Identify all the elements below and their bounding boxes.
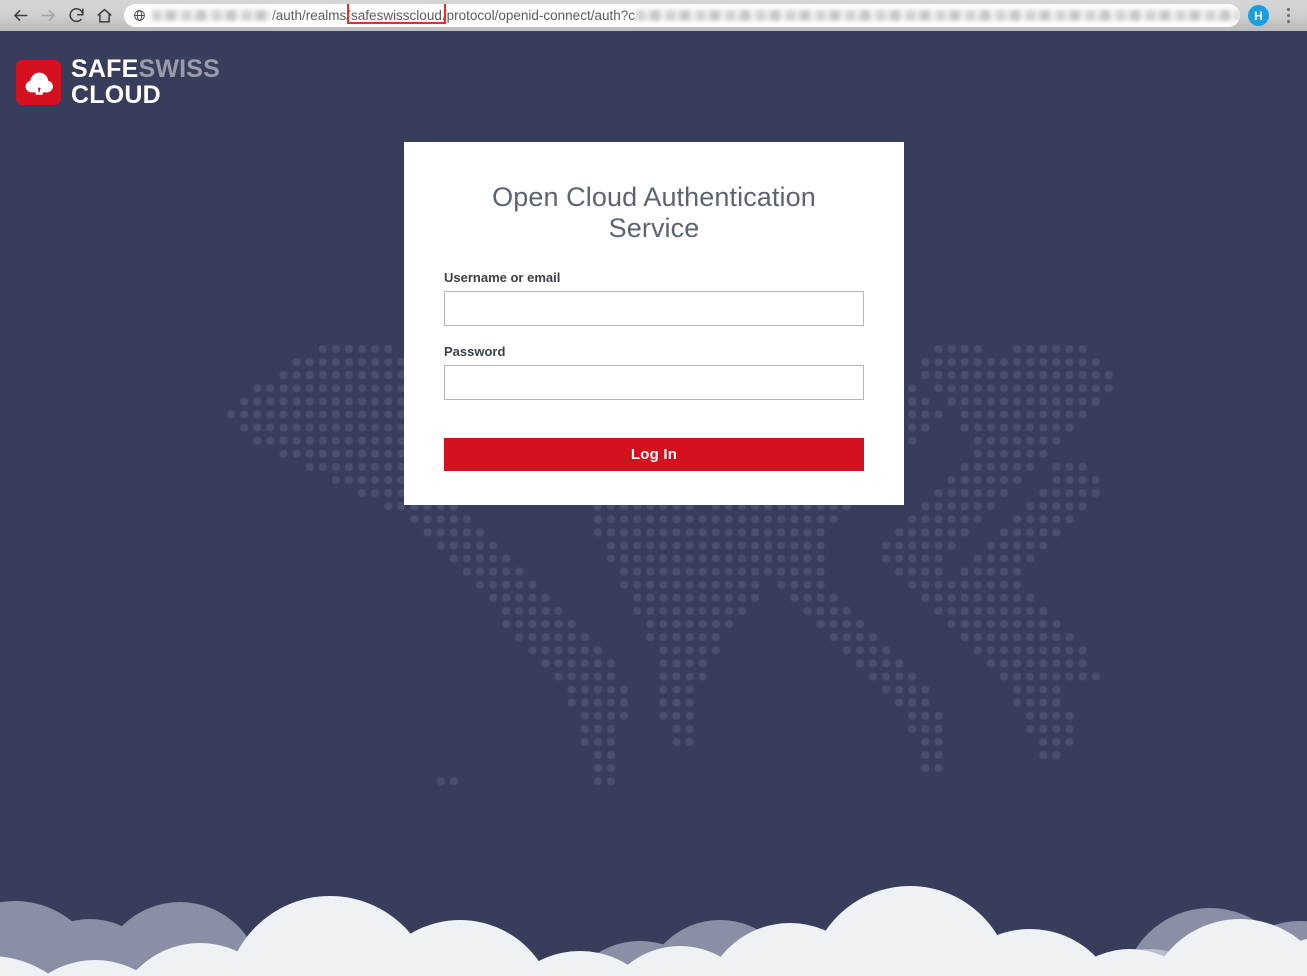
cloud-lock-icon [16, 60, 61, 105]
logo-wordmark: SAFESWISS CLOUD [71, 55, 221, 109]
browser-menu-icon[interactable] [1279, 4, 1297, 28]
redacted-host [152, 10, 272, 21]
reload-icon[interactable] [62, 2, 90, 30]
login-page: SAFESWISS CLOUD Open Cloud Authenticatio… [0, 31, 1307, 976]
browser-toolbar: /auth/realms/ safeswisscloud /protocol/o… [0, 0, 1307, 31]
password-field-group: Password [444, 344, 864, 400]
safeswiss-cloud-logo: SAFESWISS CLOUD [16, 55, 221, 109]
password-label: Password [444, 344, 506, 359]
back-icon[interactable] [6, 2, 34, 30]
forward-icon [34, 2, 62, 30]
page-title: Open Cloud Authentication Service [492, 182, 816, 243]
cloud-decoration [0, 886, 1307, 976]
username-field-group: Username or email [444, 270, 864, 326]
login-card: Open Cloud Authentication Service Userna… [404, 142, 904, 505]
username-label: Username or email [444, 270, 561, 285]
url-path-before: /auth/realms/ [272, 8, 351, 23]
password-input[interactable] [444, 365, 864, 400]
address-bar[interactable]: /auth/realms/ safeswisscloud /protocol/o… [124, 4, 1240, 27]
login-button[interactable]: Log In [444, 438, 864, 471]
home-icon[interactable] [90, 2, 118, 30]
username-input[interactable] [444, 291, 864, 326]
logo-word-safe: SAFE [71, 55, 139, 83]
logo-word-cloud: CLOUD [71, 80, 161, 109]
url-realm-highlight: safeswisscloud [347, 4, 446, 24]
globe-icon [128, 4, 150, 27]
url-path-after: /protocol/openid-connect/auth?c [442, 8, 635, 23]
redacted-query [635, 10, 1240, 21]
url-text-container[interactable]: /auth/realms/ safeswisscloud /protocol/o… [150, 4, 1240, 27]
avatar[interactable]: H [1248, 5, 1269, 26]
logo-word-swiss: SWISS [138, 55, 221, 83]
